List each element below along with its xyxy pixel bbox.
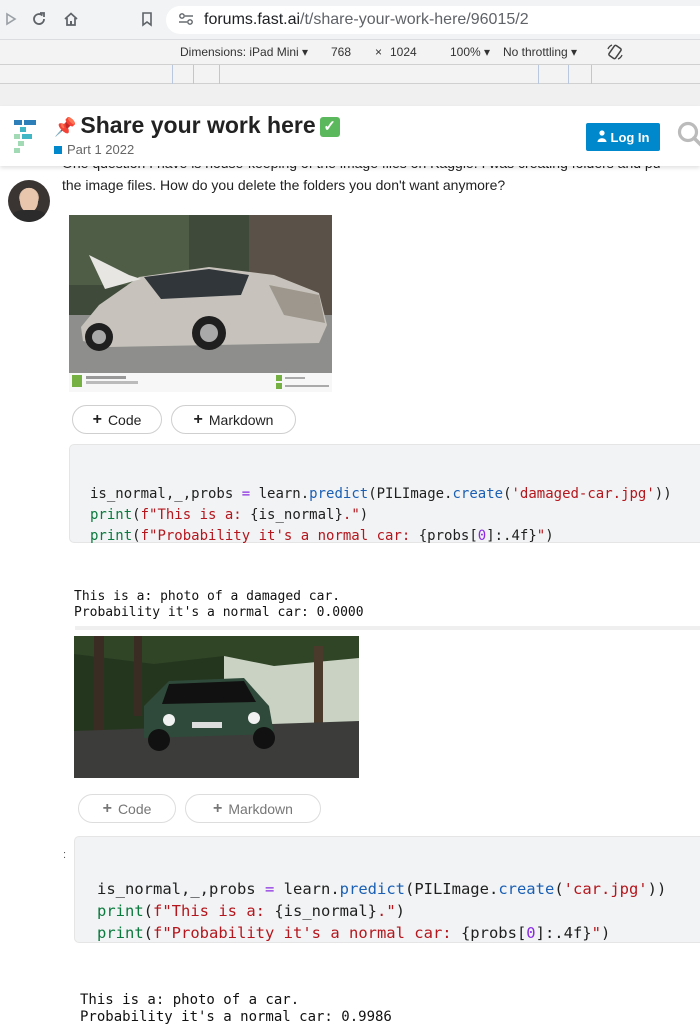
add-code-label: Code: [117, 800, 152, 817]
code-block: is_normal,_,probs = learn.predict(PILIma…: [97, 856, 666, 944]
add-markdown-cell-button[interactable]: + Markdown: [171, 405, 296, 434]
address-bar[interactable]: forums.fast.ai/t/share-your-work-here/96…: [166, 6, 700, 34]
avatar[interactable]: [8, 180, 50, 222]
plus-icon: +: [213, 799, 223, 817]
cell-output: This is a: photo of a damaged car. Proba…: [74, 573, 364, 621]
check-mark-icon: ✓: [319, 117, 340, 137]
code-line-2: print(f"This is a: {is_normal}."): [97, 902, 406, 920]
add-code-cell-button[interactable]: + Code: [72, 405, 162, 434]
car-image[interactable]: [74, 636, 359, 778]
code-line-1: is_normal,_,probs = learn.predict(PILIma…: [97, 880, 667, 898]
output-line-1: This is a: photo of a damaged car.: [74, 589, 341, 604]
avatar-shirt: [12, 210, 46, 222]
topic-title-text: Share your work here: [80, 112, 316, 138]
zoom-value: 100%: [450, 45, 481, 59]
device-select[interactable]: Dimensions: iPad Mini ▾: [180, 45, 308, 59]
category-badge[interactable]: Part 1 2022: [54, 142, 134, 157]
search-icon[interactable]: [676, 120, 700, 150]
topic-title[interactable]: 📌 Share your work here ✓: [54, 112, 340, 139]
viewport-margin: [0, 84, 700, 106]
output-line-2: Probability it's a normal car: 0.0000: [74, 605, 364, 620]
post-text-line-2: the image files. How do you delete the f…: [62, 177, 506, 193]
plus-icon: +: [102, 799, 112, 817]
add-markdown-label: Markdown: [208, 411, 274, 428]
damaged-car-image[interactable]: [69, 215, 332, 392]
add-code-cell-button[interactable]: + Code: [78, 794, 176, 823]
site-header: 📌 Share your work here ✓ Part 1 2022 Log I…: [0, 106, 700, 166]
code-line-2: print(f"This is a: {is_normal}."): [90, 507, 369, 523]
home-icon[interactable]: [60, 8, 82, 30]
output-line-2: Probability it's a normal car: 0.9986: [80, 1009, 392, 1025]
pin-icon: 📌: [54, 117, 77, 137]
cell-output: This is a: photo of a car. Probability i…: [80, 975, 392, 1026]
cell-marker: :: [63, 849, 67, 861]
device-label: Dimensions: iPad Mini: [180, 45, 299, 59]
user-icon: [597, 129, 607, 145]
category-name: Part 1 2022: [67, 142, 135, 157]
url-path: /t/share-your-work-here/96015/2: [300, 11, 529, 28]
throttling-select[interactable]: No throttling ▾: [503, 45, 577, 59]
times-sign: ×: [375, 45, 383, 59]
code-line-3: print(f"Probability it's a normal car: {…: [90, 528, 554, 544]
fastai-logo[interactable]: [12, 118, 38, 154]
add-markdown-label: Markdown: [228, 800, 293, 817]
add-code-label: Code: [107, 411, 142, 428]
site-info-icon[interactable]: [178, 12, 194, 29]
width-field[interactable]: 768: [331, 45, 351, 59]
height-field[interactable]: 1024: [390, 45, 417, 59]
output-line-1: This is a: photo of a car.: [80, 992, 300, 1008]
add-markdown-cell-button[interactable]: + Markdown: [185, 794, 321, 823]
section-divider: [75, 626, 700, 630]
media-query-ruler: [0, 65, 700, 84]
plus-icon: +: [193, 410, 203, 428]
url-domain: forums.fast.ai: [204, 11, 301, 28]
reload-icon[interactable]: [28, 8, 50, 30]
rotate-icon[interactable]: [606, 43, 624, 64]
device-toolbar: Dimensions: iPad Mini ▾ 768 × 1024 100% …: [0, 40, 700, 65]
browser-toolbar: forums.fast.ai/t/share-your-work-here/96…: [0, 0, 700, 40]
code-line-3: print(f"Probability it's a normal car: {…: [97, 924, 611, 942]
forward-icon[interactable]: [0, 8, 22, 30]
code-line-1: is_normal,_,probs = learn.predict(PILIma…: [90, 486, 672, 502]
login-button[interactable]: Log In: [586, 123, 660, 151]
avatar-face: [20, 188, 38, 212]
code-block: is_normal,_,probs = learn.predict(PILIma…: [90, 463, 672, 547]
bookmark-icon[interactable]: [136, 8, 158, 30]
throttling-value: No throttling: [503, 45, 568, 59]
login-label: Log In: [610, 129, 650, 145]
category-color-square: [54, 146, 62, 154]
plus-icon: +: [92, 410, 102, 428]
zoom-select[interactable]: 100% ▾: [450, 45, 490, 59]
